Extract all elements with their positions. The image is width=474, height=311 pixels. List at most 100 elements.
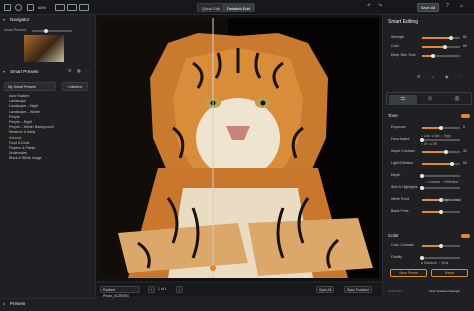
- page-indicator: 1 of 1: [158, 287, 167, 291]
- color-slider-row[interactable]: Color Contrast: [388, 243, 471, 249]
- tab-detailed-edit[interactable]: Detailed Edit: [222, 3, 255, 12]
- navigator-header[interactable]: ▾ Navigator: [0, 15, 95, 24]
- slider-track[interactable]: [422, 35, 460, 40]
- slider-label: Face Aware: [391, 137, 410, 141]
- save-preset-button[interactable]: Save Preset: [390, 269, 427, 277]
- slider-knob[interactable]: [420, 255, 424, 260]
- presets-footer[interactable]: ▸ Presets: [0, 298, 96, 311]
- version-label: v1.3.0.197: [388, 289, 403, 293]
- slider-fill: [422, 37, 451, 39]
- tone-slider-row[interactable]: Black Point: [388, 209, 471, 215]
- slider-knob[interactable]: [439, 125, 443, 130]
- chevron-right-icon: ▸: [3, 301, 6, 306]
- slider-knob[interactable]: [443, 149, 448, 154]
- face-aware-options[interactable]: ○ On ● Off: [421, 142, 437, 146]
- exposure-options[interactable]: ○ Low ● Mid ○ High: [421, 134, 451, 138]
- zoom-icon[interactable]: [15, 4, 22, 11]
- more-icon[interactable]: ⋯: [459, 75, 463, 79]
- slider-track[interactable]: [420, 137, 460, 142]
- tone-header[interactable]: Tone: [388, 113, 398, 118]
- compare-icon[interactable]: [55, 4, 65, 11]
- sync-all-button[interactable]: Sync All: [316, 286, 335, 293]
- color-header[interactable]: Color: [388, 233, 399, 238]
- zoom-level[interactable]: 66%: [38, 5, 46, 10]
- tone-slider-row[interactable]: Depth: [388, 173, 471, 179]
- zoom-slider-knob[interactable]: [44, 28, 48, 33]
- undo-icon[interactable]: ↶: [367, 4, 371, 9]
- tone-slider-row[interactable]: Skin & Highlights: [388, 185, 471, 191]
- sync-forward-button[interactable]: Sync Forward: [344, 286, 372, 293]
- slider-knob[interactable]: [439, 209, 443, 214]
- depth-options[interactable]: ○ Contrast ○ Reflective: [425, 180, 458, 184]
- grid-view-icon[interactable]: [4, 4, 11, 11]
- open-manager-link[interactable]: Open Radiant Manager: [429, 289, 460, 293]
- fit-icon[interactable]: [27, 4, 34, 11]
- help-icon[interactable]: ?: [446, 4, 449, 9]
- grid-view-icon[interactable]: ▦: [77, 69, 81, 73]
- tab-quick-edit[interactable]: Quick Edit: [197, 3, 226, 12]
- top-toolbar: 66% Quick Edit Detailed Edit ↶ ↷ Save Al…: [0, 0, 474, 15]
- slider-track[interactable]: [422, 209, 460, 214]
- sun-icon[interactable]: ☼: [431, 75, 435, 79]
- smart-slider-row[interactable]: Deep Skin Tone: [388, 53, 471, 59]
- tone-slider-row[interactable]: Exposure 0: [388, 125, 471, 131]
- tone-slider-row[interactable]: Light Diffusion 60: [388, 161, 471, 167]
- reset-button[interactable]: Reset: [431, 269, 468, 277]
- slider-knob[interactable]: [420, 173, 424, 178]
- slider-knob[interactable]: [450, 161, 455, 166]
- slider-value: 60: [463, 161, 467, 165]
- slider-knob[interactable]: [431, 53, 436, 58]
- preset-item[interactable]: Black & White Image: [9, 156, 89, 161]
- slider-label: Super Contrast: [391, 149, 415, 153]
- zoom-slider[interactable]: [32, 28, 72, 33]
- slider-knob[interactable]: [420, 137, 424, 142]
- single-view-icon[interactable]: [79, 4, 89, 11]
- slider-label: Color: [391, 44, 400, 48]
- slider-track[interactable]: [422, 161, 460, 166]
- navigator-thumbnail[interactable]: [24, 35, 64, 62]
- slider-track[interactable]: [422, 44, 460, 49]
- prev-page-button[interactable]: ‹: [148, 286, 156, 293]
- face-icon[interactable]: ☺: [416, 95, 444, 104]
- list-view-icon[interactable]: ☰: [68, 69, 72, 73]
- tone-slider-row[interactable]: Super Contrast 30: [388, 149, 471, 155]
- tone-toggle[interactable]: [461, 114, 470, 118]
- slider-track[interactable]: [422, 243, 460, 248]
- redo-icon[interactable]: ↷: [378, 4, 382, 9]
- slider-knob[interactable]: [439, 243, 443, 248]
- unlinked-button[interactable]: Unlinked: [62, 82, 88, 91]
- photo-preview[interactable]: [98, 18, 379, 278]
- preset-group-select[interactable]: My Smart Presets: [4, 82, 56, 91]
- slider-track[interactable]: [420, 185, 460, 190]
- smart-presets-header[interactable]: ▾ Smart Presets ☰ ▦ ⋯: [0, 67, 96, 76]
- filename-select[interactable]: Radiant Photo_SCREEN: [100, 286, 140, 298]
- next-page-button[interactable]: ›: [176, 286, 184, 293]
- slider-fill: [422, 163, 453, 165]
- slider-track[interactable]: [422, 149, 460, 154]
- slider-label: Fidelity: [391, 255, 403, 259]
- color-toggle[interactable]: [461, 234, 470, 238]
- slider-track[interactable]: [422, 125, 460, 130]
- split-view-icon[interactable]: [67, 4, 77, 11]
- slider-knob[interactable]: [448, 35, 453, 40]
- eye-icon[interactable]: ◉: [445, 75, 449, 79]
- fidelity-options[interactable]: ● Standard ○ Vivid: [421, 261, 448, 265]
- image-canvas[interactable]: [96, 15, 382, 281]
- slider-track[interactable]: [420, 255, 460, 260]
- slider-knob[interactable]: [442, 44, 447, 49]
- zoom-label: Zoom Percent: [4, 28, 26, 32]
- skin-options[interactable]: ○ Normal ○ Bright ○ Vivid: [425, 198, 461, 202]
- save-all-button[interactable]: Save All: [417, 3, 439, 12]
- user-icon[interactable]: ☺: [459, 4, 464, 9]
- sliders-icon[interactable]: ⚌: [389, 95, 417, 104]
- adjust-icon[interactable]: ⊟: [417, 75, 420, 79]
- slider-track[interactable]: [420, 173, 460, 178]
- more-icon[interactable]: ⋯: [86, 69, 90, 73]
- slider-track[interactable]: [422, 53, 460, 58]
- slider-knob[interactable]: [420, 185, 424, 190]
- smart-slider-row[interactable]: Strength 80: [388, 35, 471, 41]
- status-bar: Radiant Photo_SCREEN ‹ 1 of 1 › Sync All…: [96, 283, 382, 298]
- smart-slider-row[interactable]: Color 60: [388, 44, 471, 50]
- aperture-icon[interactable]: ◎: [443, 95, 471, 104]
- slider-value: 80: [463, 35, 467, 39]
